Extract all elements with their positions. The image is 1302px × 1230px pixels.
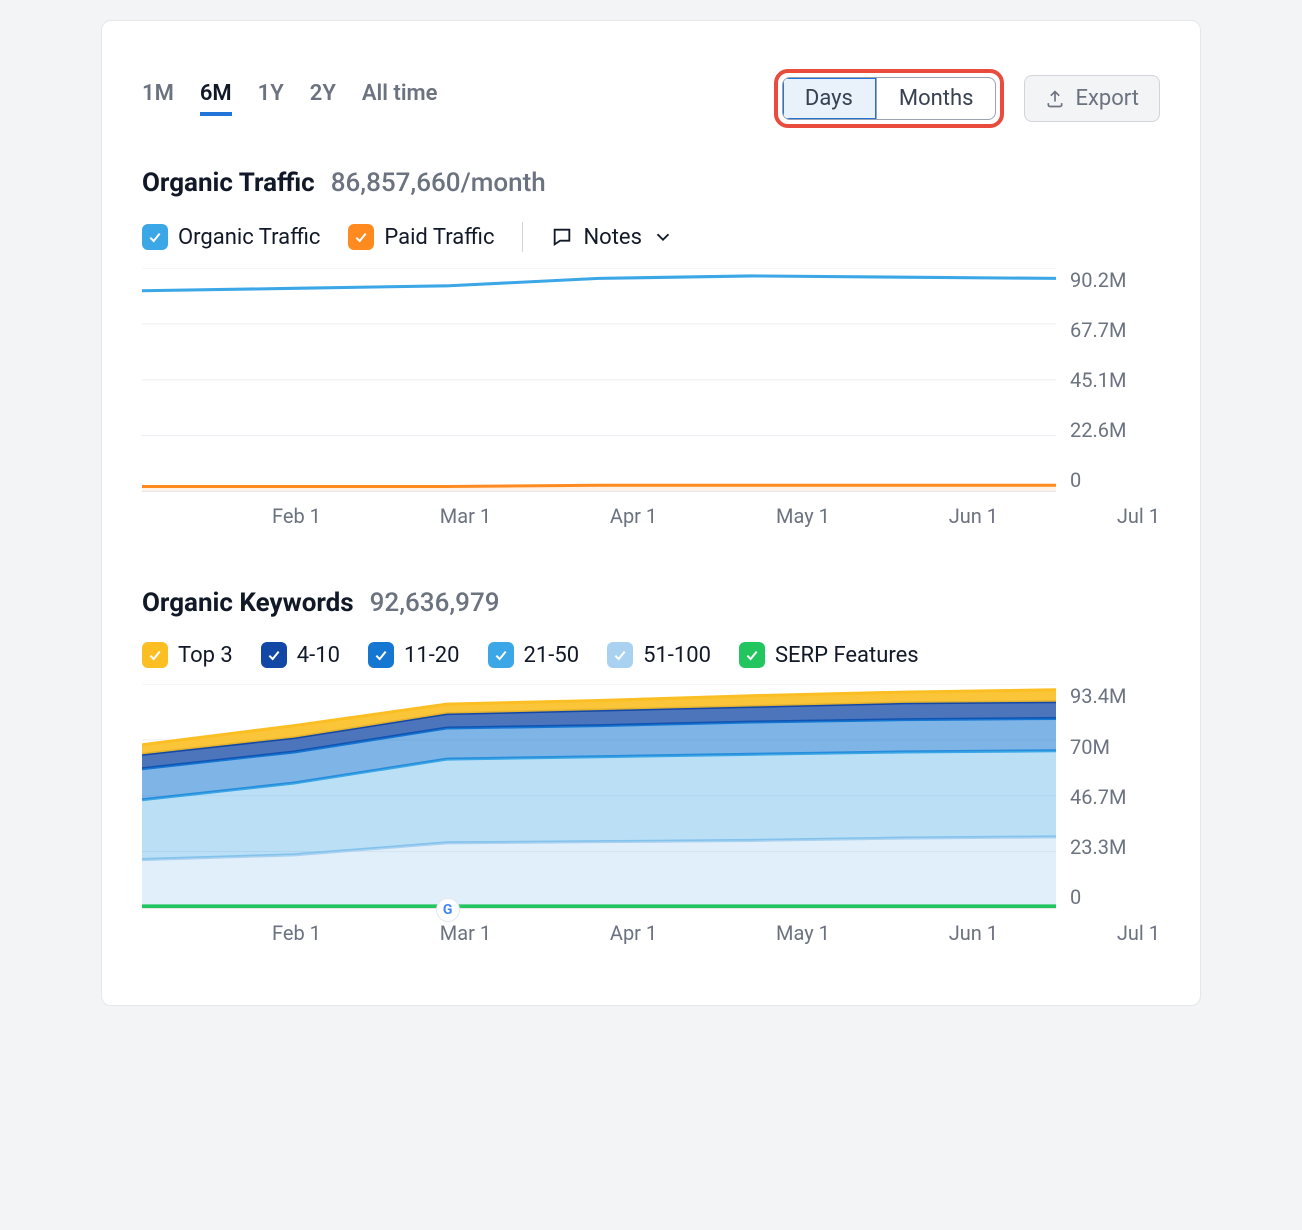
x-tick: May 1 [776,504,830,528]
y-tick: 23.3M [1070,835,1160,859]
traffic-y-axis: 90.2M 67.7M 45.1M 22.6M 0 [1056,268,1160,492]
legend-11-20[interactable]: 11-20 [368,642,460,668]
traffic-metric: 86,857,660/month [331,168,546,198]
notes-dropdown[interactable]: Notes [551,225,673,250]
keywords-title: Organic Keywords [142,588,354,618]
legend-divider [522,222,523,252]
granularity-toggle: Days Months [782,77,997,120]
legend-51-100[interactable]: 51-100 [607,642,711,668]
x-tick: Feb 1 [272,504,321,528]
y-tick: 67.7M [1070,318,1160,342]
y-tick: 46.7M [1070,785,1160,809]
keywords-chart: 93.4M 70M 46.7M 23.3M 0 Feb 1 Mar 1 Apr … [142,684,1160,944]
y-tick: 93.4M [1070,684,1160,708]
y-tick: 0 [1070,468,1160,492]
checkbox-icon [348,224,374,250]
traffic-title-row: Organic Traffic 86,857,660/month [142,168,1160,198]
keywords-metric: 92,636,979 [370,588,500,618]
granularity-highlight: Days Months [774,69,1005,128]
x-tick: Jun 1 [949,921,998,945]
x-tick: Feb 1 [272,921,321,945]
note-icon [551,226,573,248]
range-6m[interactable]: 6M [200,81,232,116]
legend-label: 4-10 [297,643,340,668]
keywords-legend: Top 3 4-10 11-20 21-50 51-100 SERP Featu… [142,642,1160,668]
checkbox-icon [261,642,287,668]
legend-label: 51-100 [643,643,711,668]
legend-label: Organic Traffic [178,225,320,250]
x-tick: Apr 1 [610,504,657,528]
legend-label: 21-50 [524,643,580,668]
keywords-y-axis: 93.4M 70M 46.7M 23.3M 0 [1056,684,1160,908]
traffic-chart-canvas[interactable] [142,268,1056,492]
x-tick: Mar 1 [440,504,491,528]
legend-top3[interactable]: Top 3 [142,642,233,668]
checkbox-icon [368,642,394,668]
checkbox-icon [142,642,168,668]
y-tick: 90.2M [1070,268,1160,292]
keywords-title-row: Organic Keywords 92,636,979 [142,588,1160,618]
range-1y[interactable]: 1Y [258,81,284,116]
export-button[interactable]: Export [1024,75,1160,122]
right-controls: Days Months Export [774,69,1160,128]
x-tick: Jul 1 [1117,504,1160,528]
legend-serp-features[interactable]: SERP Features [739,642,919,668]
chevron-down-icon [652,226,674,248]
granularity-days[interactable]: Days [783,78,876,119]
export-icon [1045,89,1065,109]
legend-organic-traffic[interactable]: Organic Traffic [142,224,320,250]
legend-label: Top 3 [178,643,233,668]
keywords-chart-canvas[interactable] [142,684,1056,908]
y-tick: 45.1M [1070,368,1160,392]
x-tick: May 1 [776,921,830,945]
granularity-months[interactable]: Months [876,78,996,119]
x-tick: Apr 1 [610,921,657,945]
legend-label: SERP Features [775,643,919,668]
notes-label: Notes [583,225,641,250]
checkbox-icon [607,642,633,668]
legend-label: Paid Traffic [384,225,494,250]
checkbox-icon [739,642,765,668]
range-2y[interactable]: 2Y [310,81,336,116]
x-tick: Jul 1 [1117,921,1160,945]
traffic-legend: Organic Traffic Paid Traffic Notes [142,222,1160,252]
y-tick: 0 [1070,885,1160,909]
top-bar: 1M 6M 1Y 2Y All time Days Months Export [142,69,1160,128]
checkbox-icon [488,642,514,668]
traffic-x-axis: Feb 1 Mar 1 Apr 1 May 1 Jun 1 Jul 1 [142,504,1160,528]
export-label: Export [1075,86,1139,111]
keywords-x-axis: Feb 1 Mar 1 Apr 1 May 1 Jun 1 Jul 1 [142,921,1160,945]
traffic-title: Organic Traffic [142,168,315,198]
range-1m[interactable]: 1M [142,81,174,116]
y-tick: 22.6M [1070,418,1160,442]
checkbox-icon [142,224,168,250]
x-tick: Jun 1 [949,504,998,528]
traffic-chart: 90.2M 67.7M 45.1M 22.6M 0 Feb 1 Mar 1 Ap… [142,268,1160,528]
legend-label: 11-20 [404,643,460,668]
legend-4-10[interactable]: 4-10 [261,642,340,668]
legend-21-50[interactable]: 21-50 [488,642,580,668]
analytics-card: 1M 6M 1Y 2Y All time Days Months Export … [101,20,1201,1006]
range-all[interactable]: All time [362,81,438,116]
x-tick: Mar 1 [440,921,491,945]
legend-paid-traffic[interactable]: Paid Traffic [348,224,494,250]
y-tick: 70M [1070,735,1160,759]
time-range-tabs: 1M 6M 1Y 2Y All time [142,81,437,116]
